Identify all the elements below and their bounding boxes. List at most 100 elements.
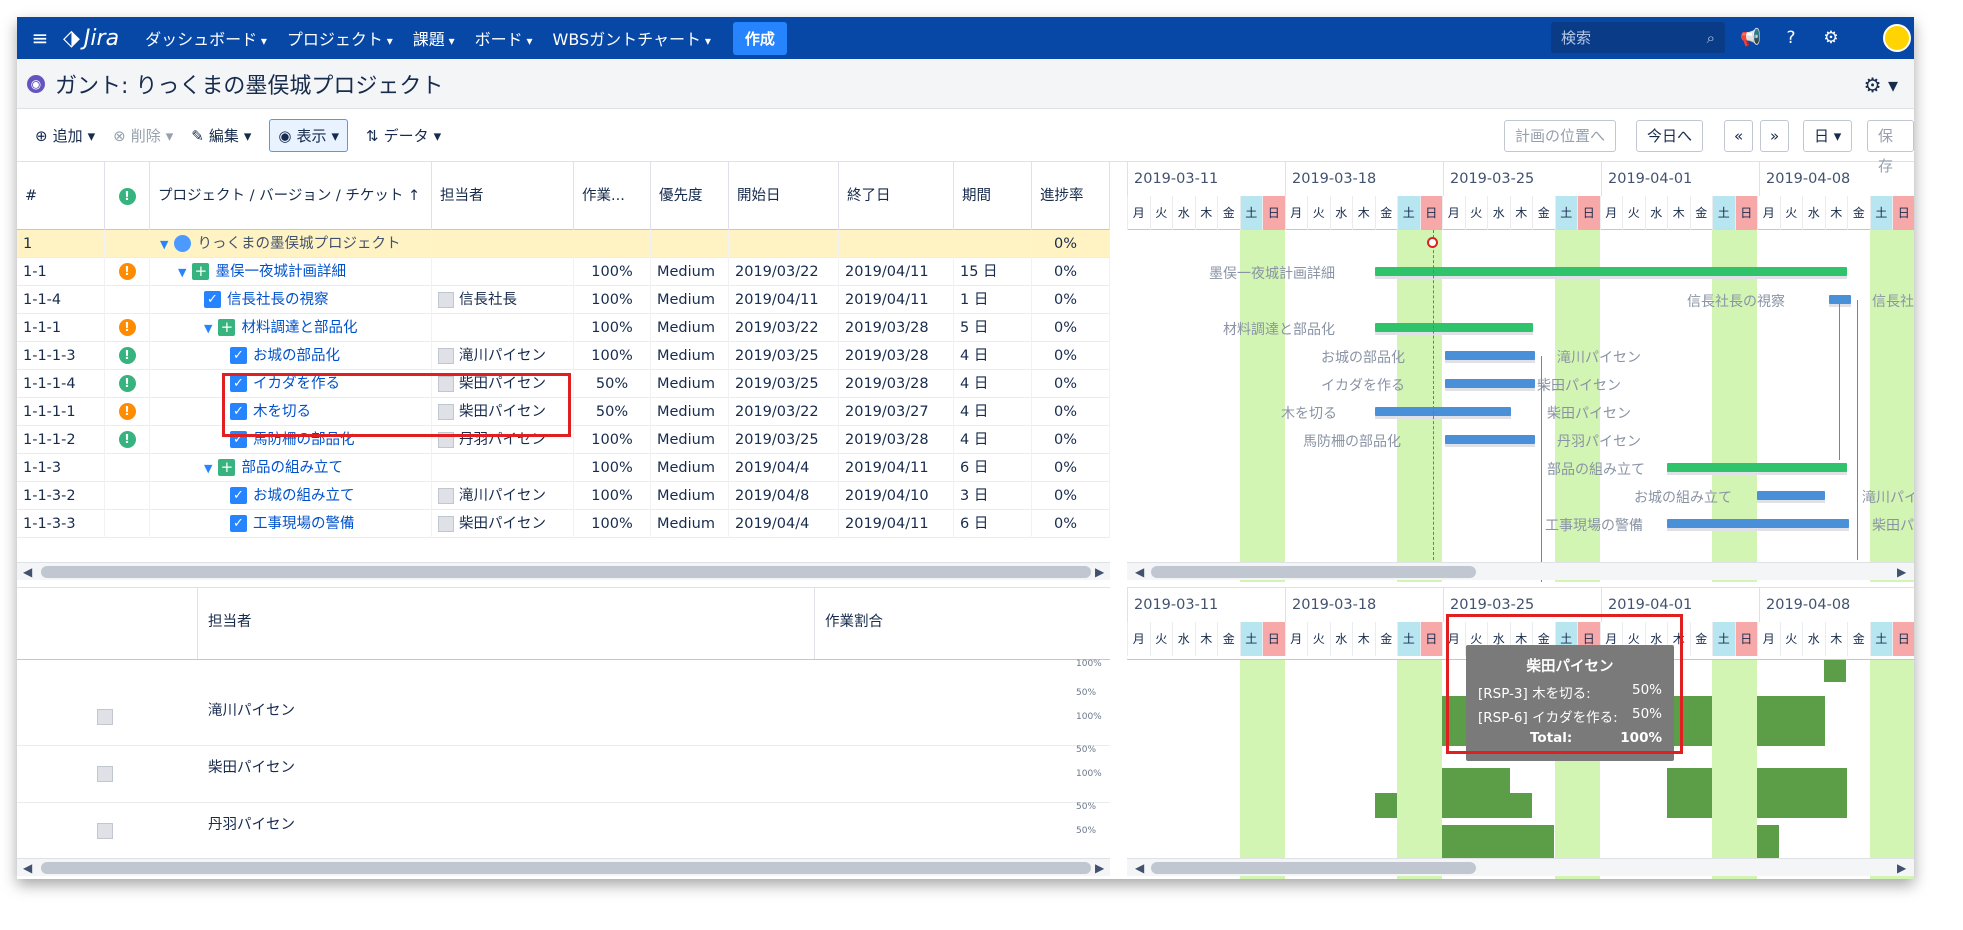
help-icon[interactable]: ? (1779, 26, 1803, 50)
scroll-right-icon[interactable]: ▶ (1095, 859, 1104, 877)
expand-icon[interactable]: ▼ (204, 315, 212, 342)
save-button[interactable]: 保存 (1867, 120, 1914, 175)
scroll-left-icon[interactable]: ◀ (23, 859, 32, 877)
workload-bar[interactable] (1757, 768, 1847, 818)
col-duration[interactable]: 期間 (954, 162, 1032, 230)
task-bar[interactable] (1445, 351, 1535, 360)
summary-bar[interactable] (1667, 463, 1847, 472)
menu-icon[interactable]: ≡ (17, 26, 63, 50)
task-name-link[interactable]: 信長社長の視察 (227, 292, 329, 308)
workload-bar[interactable] (1757, 825, 1779, 860)
scroll-thumb[interactable] (1151, 862, 1476, 874)
view-button[interactable]: ◉ 表示 ▾ (269, 119, 349, 152)
col-id[interactable]: # (17, 162, 105, 230)
resource-row[interactable]: 柴田パイセン (17, 746, 1110, 803)
scroll-left-icon[interactable]: ◀ (1135, 563, 1144, 581)
grid-scrollbar[interactable]: ◀ ▶ (17, 562, 1110, 580)
scroll-thumb[interactable] (1151, 566, 1476, 578)
resource-chart-scrollbar[interactable]: ◀ ▶ (1127, 858, 1914, 876)
nav-issues[interactable]: 課題 (413, 26, 455, 50)
task-bar[interactable] (1829, 295, 1851, 304)
task-bar[interactable] (1667, 519, 1849, 528)
today-button[interactable]: 今日へ (1636, 120, 1704, 152)
scroll-thumb[interactable] (41, 862, 1091, 874)
col-work[interactable]: 作業... (574, 162, 651, 230)
task-bar[interactable] (1445, 379, 1535, 388)
expand-icon[interactable]: ▼ (160, 231, 168, 258)
delete-button[interactable]: ⊗ 削除 ▾ (113, 125, 173, 146)
next-button[interactable]: » (1760, 120, 1790, 152)
user-avatar[interactable] (1883, 24, 1911, 52)
task-name-link[interactable]: 部品の組み立て (241, 460, 343, 476)
col-resource-assignee[interactable]: 担当者 (198, 588, 815, 659)
day-label: 日 (1262, 622, 1285, 656)
gantt-scrollbar[interactable]: ◀ ▶ (1127, 562, 1914, 580)
add-button[interactable]: ⊕ 追加 ▾ (35, 125, 95, 146)
task-row[interactable]: 1-1! ▼ + 墨俣一夜城計画詳細 100% Medium 2019/03/22 2019/… (17, 257, 1110, 286)
scroll-left-icon[interactable]: ◀ (23, 563, 32, 581)
priority-icon: ! (118, 431, 136, 448)
workload-bar[interactable] (1757, 696, 1825, 746)
summary-bar[interactable] (1375, 323, 1533, 332)
resource-row[interactable]: 滝川パイセン (17, 689, 1110, 746)
jira-logo[interactable]: ⬗ Jira (63, 26, 119, 51)
plan-position-button[interactable]: 計画の位置へ (1504, 120, 1617, 152)
task-name-link[interactable]: 材料調達と部品化 (241, 320, 357, 336)
expand-icon[interactable]: ▼ (204, 455, 212, 482)
task-row[interactable]: 1 ▼ りっくまの墨俣城プロジェクト 0% (17, 229, 1110, 258)
workload-bar[interactable] (1442, 825, 1554, 860)
nav-boards[interactable]: ボード (475, 26, 533, 50)
scroll-left-icon[interactable]: ◀ (1135, 859, 1144, 877)
task-bar[interactable] (1757, 491, 1825, 500)
task-bar[interactable] (1375, 407, 1511, 416)
nav-projects[interactable]: プロジェクト (287, 26, 393, 50)
task-row[interactable]: 1-1-4 ✓ 信長社長の視察 信長社長 100% Medium 2019/04/11 201… (17, 285, 1110, 314)
task-row[interactable]: 1-1-3-2 ✓ お城の組み立て 滝川パイセン 100% Medium 2019/04/8… (17, 481, 1110, 510)
scroll-right-icon[interactable]: ▶ (1897, 859, 1906, 877)
task-name-link[interactable]: 墨俣一夜城計画詳細 (215, 264, 346, 280)
col-end[interactable]: 終了日 (839, 162, 954, 230)
task-name-link[interactable]: 工事現場の警備 (253, 516, 355, 532)
progress: 0% (1054, 235, 1078, 252)
col-name[interactable]: プロジェクト / バージョン / チケット ↑ (150, 162, 432, 230)
workload-bar[interactable] (1375, 793, 1397, 818)
col-start[interactable]: 開始日 (729, 162, 839, 230)
workload-bar[interactable] (1442, 768, 1510, 818)
resource-scrollbar[interactable]: ◀ ▶ (17, 858, 1110, 876)
expand-icon[interactable]: ▼ (178, 259, 186, 286)
data-button[interactable]: ⇅ データ ▾ (366, 125, 441, 146)
col-resource-workload[interactable]: 作業割合 (815, 588, 1110, 659)
task-name-link[interactable]: お城の組み立て (253, 488, 355, 504)
nav-dashboard[interactable]: ダッシュボード (145, 26, 267, 50)
workload-bar[interactable] (1667, 768, 1712, 818)
create-button[interactable]: 作成 (732, 21, 787, 55)
nav-wbs-gantt[interactable]: WBSガントチャート (553, 26, 711, 50)
grid-cell: 2019/04/11 (839, 285, 954, 314)
resource-row[interactable]: 丹羽パイセン (17, 803, 1110, 860)
task-bar[interactable] (1445, 435, 1535, 444)
workload-bar[interactable] (1824, 660, 1846, 682)
gear-icon[interactable]: ⚙ ▾ (1864, 73, 1898, 97)
grid-cell: ✓ 信長社長の視察 (150, 285, 432, 314)
day-label: 土 (1397, 196, 1420, 230)
unit-select[interactable]: 日 ▾ (1803, 120, 1853, 152)
scroll-right-icon[interactable]: ▶ (1897, 563, 1906, 581)
task-row[interactable]: 1-1-3-3 ✓ 工事現場の警備 柴田パイセン 100% Medium 2019/04/4… (17, 509, 1110, 538)
edit-button[interactable]: ✎ 編集 ▾ (191, 125, 251, 146)
task-row[interactable]: 1-1-3 ▼ + 部品の組み立て 100% Medium 2019/04/4 2019/04… (17, 453, 1110, 482)
scroll-thumb[interactable] (41, 566, 1091, 578)
prev-button[interactable]: « (1724, 120, 1754, 152)
col-priority[interactable]: 優先度 (651, 162, 729, 230)
task-row[interactable]: 1-1-1! ▼ + 材料調達と部品化 100% Medium 2019/03/22 2019… (17, 313, 1110, 342)
scroll-right-icon[interactable]: ▶ (1095, 563, 1104, 581)
search-input[interactable]: 検索 ⌕ (1551, 22, 1725, 53)
settings-icon[interactable]: ⚙ (1819, 26, 1843, 50)
task-row[interactable]: 1-1-1-3! ✓ お城の部品化 滝川パイセン 100% Medium 2019/03/2… (17, 341, 1110, 370)
notifications-icon[interactable]: 📢 (1739, 26, 1763, 50)
col-progress[interactable]: 進捗率 (1032, 162, 1110, 230)
task-name-link[interactable]: お城の部品化 (253, 348, 340, 364)
workload-bar[interactable] (1510, 793, 1532, 818)
summary-bar[interactable] (1375, 267, 1847, 276)
col-priority-icon[interactable]: ! (105, 162, 150, 230)
col-assignee[interactable]: 担当者 (432, 162, 574, 230)
